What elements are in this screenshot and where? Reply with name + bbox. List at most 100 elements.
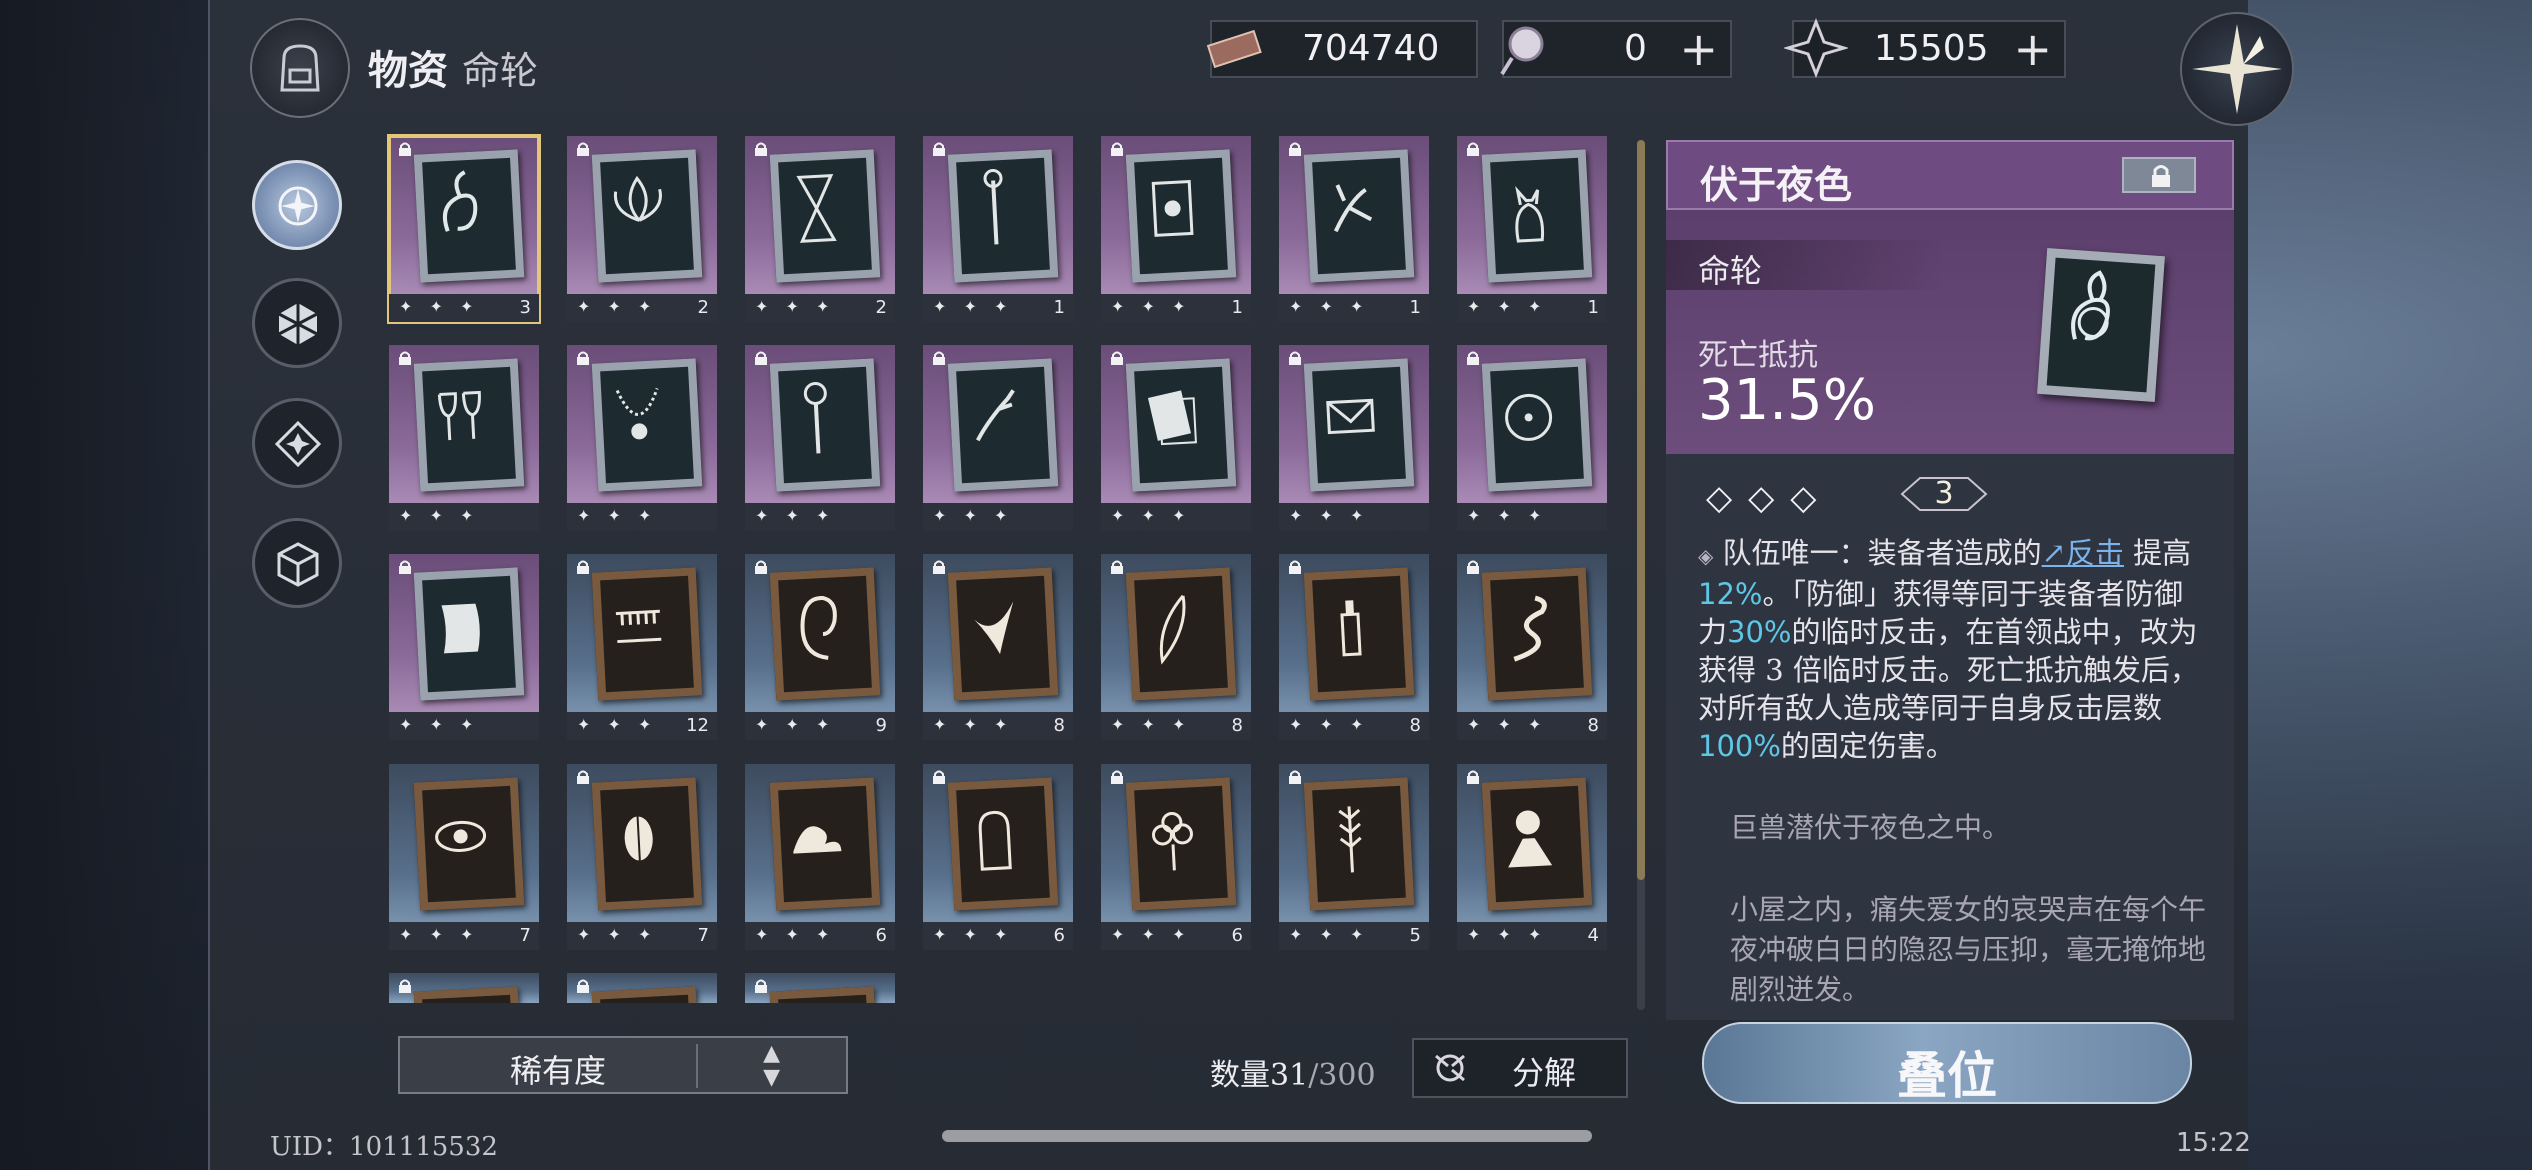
card-count: 1 bbox=[1587, 297, 1599, 318]
card-teeth[interactable]: ✦ ✦ ✦ 12 bbox=[567, 554, 717, 740]
card-tarot[interactable]: ✦ ✦ ✦ 1 bbox=[1101, 136, 1251, 322]
currency-ticket: 704740 bbox=[1206, 20, 1478, 78]
card-hand[interactable]: ✦ ✦ ✦ bbox=[923, 345, 1073, 531]
card-tombstone[interactable]: ✦ ✦ ✦ 6 bbox=[923, 764, 1073, 950]
card-footer: ✦ ✦ ✦ 3 bbox=[389, 294, 539, 322]
card-artwork bbox=[591, 358, 703, 492]
card-footer: ✦ ✦ ✦ 4 bbox=[1457, 922, 1607, 950]
add-shard-button[interactable]: + bbox=[2013, 22, 2052, 76]
card-beetle[interactable]: ✦ ✦ ✦ 7 bbox=[567, 764, 717, 950]
card-scroll[interactable]: ✦ ✦ ✦ bbox=[389, 554, 539, 740]
page-subtitle: 命轮 bbox=[462, 49, 539, 93]
star-rating: ✦ ✦ ✦ bbox=[577, 506, 658, 525]
card-count: 1 bbox=[1231, 297, 1243, 318]
card-lotus[interactable]: ✦ ✦ ✦ 2 bbox=[567, 136, 717, 322]
card-eye[interactable]: ✦ ✦ ✦ 7 bbox=[389, 764, 539, 950]
stat-value: 31.5% bbox=[1698, 368, 1876, 433]
nav-cube[interactable] bbox=[252, 518, 342, 608]
lock-icon bbox=[1111, 351, 1123, 365]
lock-icon bbox=[1289, 770, 1301, 784]
compass-rose-icon bbox=[278, 186, 318, 226]
card-scepter[interactable]: ✦ ✦ ✦ 1 bbox=[923, 136, 1073, 322]
card-feather[interactable]: ✦ ✦ ✦ 8 bbox=[1101, 554, 1251, 740]
card-footer: ✦ ✦ ✦ bbox=[389, 503, 539, 531]
card-count: 6 bbox=[1231, 925, 1243, 946]
card-hourglass[interactable]: ✦ ✦ ✦ 2 bbox=[745, 136, 895, 322]
card-count: 12 bbox=[686, 715, 709, 736]
card-goblets[interactable]: ✦ ✦ ✦ bbox=[389, 345, 539, 531]
card-wave[interactable]: ✦ ✦ ✦ 6 bbox=[745, 764, 895, 950]
star-rating: ✦ ✦ ✦ bbox=[755, 506, 836, 525]
lock-icon bbox=[577, 142, 589, 156]
card-artwork bbox=[591, 986, 703, 1003]
star-rating: ✦ ✦ ✦ bbox=[1289, 715, 1370, 734]
star-rating: ✦ ✦ ✦ bbox=[1111, 506, 1192, 525]
star-rating: ✦ ✦ ✦ bbox=[1289, 297, 1370, 316]
inventory-quantity: 数量31/300 bbox=[1210, 1058, 1376, 1093]
item-artwork bbox=[2037, 248, 2165, 402]
star-rating: ✦ ✦ ✦ bbox=[933, 925, 1014, 944]
star-rating: ✦ ✦ ✦ bbox=[577, 925, 658, 944]
nav-hexagon[interactable] bbox=[252, 278, 342, 368]
card-footer: ✦ ✦ ✦ bbox=[745, 503, 895, 531]
card-necklace[interactable]: ✦ ✦ ✦ bbox=[567, 345, 717, 531]
star-rating: ✦ ✦ ✦ bbox=[755, 925, 836, 944]
card-footer: ✦ ✦ ✦ 8 bbox=[1101, 712, 1251, 740]
backpack-icon[interactable] bbox=[250, 18, 350, 118]
card-partial[interactable] bbox=[389, 973, 539, 1003]
card-artwork bbox=[1303, 149, 1415, 283]
compass-icon[interactable] bbox=[2180, 12, 2294, 126]
card-footer: ✦ ✦ ✦ bbox=[567, 503, 717, 531]
home-indicator[interactable] bbox=[942, 1130, 1592, 1142]
nav-diamond-star[interactable] bbox=[252, 398, 342, 488]
card-artwork bbox=[947, 149, 1059, 283]
card-partial[interactable] bbox=[745, 973, 895, 1003]
star-rating: ◇◇◇ bbox=[1706, 478, 1833, 518]
crystal-ball-icon bbox=[1500, 26, 1544, 76]
card-artwork bbox=[1125, 149, 1237, 283]
card-dove[interactable]: ✦ ✦ ✦ 8 bbox=[923, 554, 1073, 740]
card-artwork bbox=[591, 777, 703, 911]
card-serpent[interactable]: ✦ ✦ ✦ 8 bbox=[1457, 554, 1607, 740]
card-count: 8 bbox=[1053, 715, 1065, 736]
card-cat[interactable]: ✦ ✦ ✦ 1 bbox=[1457, 136, 1607, 322]
card-footer: ✦ ✦ ✦ 8 bbox=[923, 712, 1073, 740]
card-artwork bbox=[1125, 777, 1237, 911]
card-artwork bbox=[947, 358, 1059, 492]
card-key[interactable]: ✦ ✦ ✦ bbox=[745, 345, 895, 531]
card-fox-spirit[interactable]: ✦ ✦ ✦ 3 bbox=[387, 134, 541, 324]
decompose-button[interactable]: 分解 bbox=[1412, 1038, 1628, 1098]
card-partial[interactable] bbox=[567, 973, 717, 1003]
lock-icon bbox=[755, 560, 767, 574]
card-letters[interactable]: ✦ ✦ ✦ bbox=[1101, 345, 1251, 531]
card-count: 6 bbox=[875, 925, 887, 946]
star-rating: ✦ ✦ ✦ bbox=[399, 506, 480, 525]
card-artwork bbox=[947, 567, 1059, 701]
counter-keyword-link[interactable]: ↗反击 bbox=[2042, 536, 2124, 570]
item-type: 命轮 bbox=[1698, 252, 1763, 290]
star-rating: ✦ ✦ ✦ bbox=[1467, 297, 1548, 316]
scrollbar-thumb[interactable] bbox=[1637, 140, 1645, 880]
card-volcano[interactable]: ✦ ✦ ✦ 4 bbox=[1457, 764, 1607, 950]
diamond-star-icon bbox=[274, 420, 322, 468]
lock-icon bbox=[933, 351, 945, 365]
card-artwork bbox=[769, 567, 881, 701]
card-wheat[interactable]: ✦ ✦ ✦ 5 bbox=[1279, 764, 1429, 950]
add-crystal-button[interactable]: + bbox=[1679, 22, 1718, 76]
card-ear[interactable]: ✦ ✦ ✦ 9 bbox=[745, 554, 895, 740]
nav-compass-rose[interactable] bbox=[252, 160, 342, 250]
card-artwork bbox=[1125, 567, 1237, 701]
card-envelope[interactable]: ✦ ✦ ✦ bbox=[1279, 345, 1429, 531]
card-count: 1 bbox=[1053, 297, 1065, 318]
lock-toggle-button[interactable] bbox=[2122, 157, 2196, 193]
card-bottle[interactable]: ✦ ✦ ✦ 8 bbox=[1279, 554, 1429, 740]
sort-label: 稀有度 bbox=[510, 1052, 607, 1090]
card-clock-face[interactable]: ✦ ✦ ✦ bbox=[1457, 345, 1607, 531]
stack-button[interactable]: 叠位 bbox=[1702, 1022, 2192, 1105]
star-rating: ✦ ✦ ✦ bbox=[1467, 715, 1548, 734]
card-flower[interactable]: ✦ ✦ ✦ 6 bbox=[1101, 764, 1251, 950]
card-dancer[interactable]: ✦ ✦ ✦ 1 bbox=[1279, 136, 1429, 322]
sort-dropdown[interactable]: 稀有度 ▲ ▼ bbox=[398, 1036, 848, 1094]
card-footer: ✦ ✦ ✦ bbox=[1457, 503, 1607, 531]
sort-order-icon[interactable]: ▲ ▼ bbox=[763, 1042, 780, 1090]
